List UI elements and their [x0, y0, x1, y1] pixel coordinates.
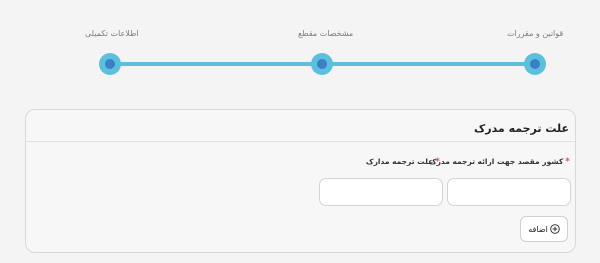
- destination-country-input[interactable]: [447, 178, 571, 206]
- translation-reason-card: علت ترجمه مدرک *کشور مقصد جهت ارائه ترجم…: [25, 109, 576, 253]
- step-label-additional: اطلاعات تکمیلی: [85, 29, 139, 38]
- add-button-label: اضافه: [528, 224, 548, 234]
- translation-reason-label: *علت ترجمه مدارک: [365, 157, 440, 167]
- progress-stepper: قوانین و مقررات مشخصات مقطع اطلاعات تکمی…: [0, 0, 600, 90]
- required-mark: *: [435, 157, 440, 167]
- required-mark: *: [565, 157, 570, 167]
- step-label-rules: قوانین و مقررات: [507, 29, 564, 38]
- step-label-degree: مشخصات مقطع: [298, 29, 354, 38]
- destination-country-label: *کشور مقصد جهت ارائه ترجمه مدرک: [428, 157, 570, 167]
- card-title: علت ترجمه مدرک: [473, 122, 569, 135]
- translation-reason-input[interactable]: [319, 178, 443, 206]
- step-dot-degree[interactable]: [311, 53, 333, 75]
- step-dot-rules[interactable]: [524, 53, 546, 75]
- step-dot-additional[interactable]: [99, 53, 121, 75]
- add-button[interactable]: اضافه: [520, 216, 568, 242]
- plus-circle-icon: [550, 224, 560, 234]
- card-divider: [26, 141, 575, 142]
